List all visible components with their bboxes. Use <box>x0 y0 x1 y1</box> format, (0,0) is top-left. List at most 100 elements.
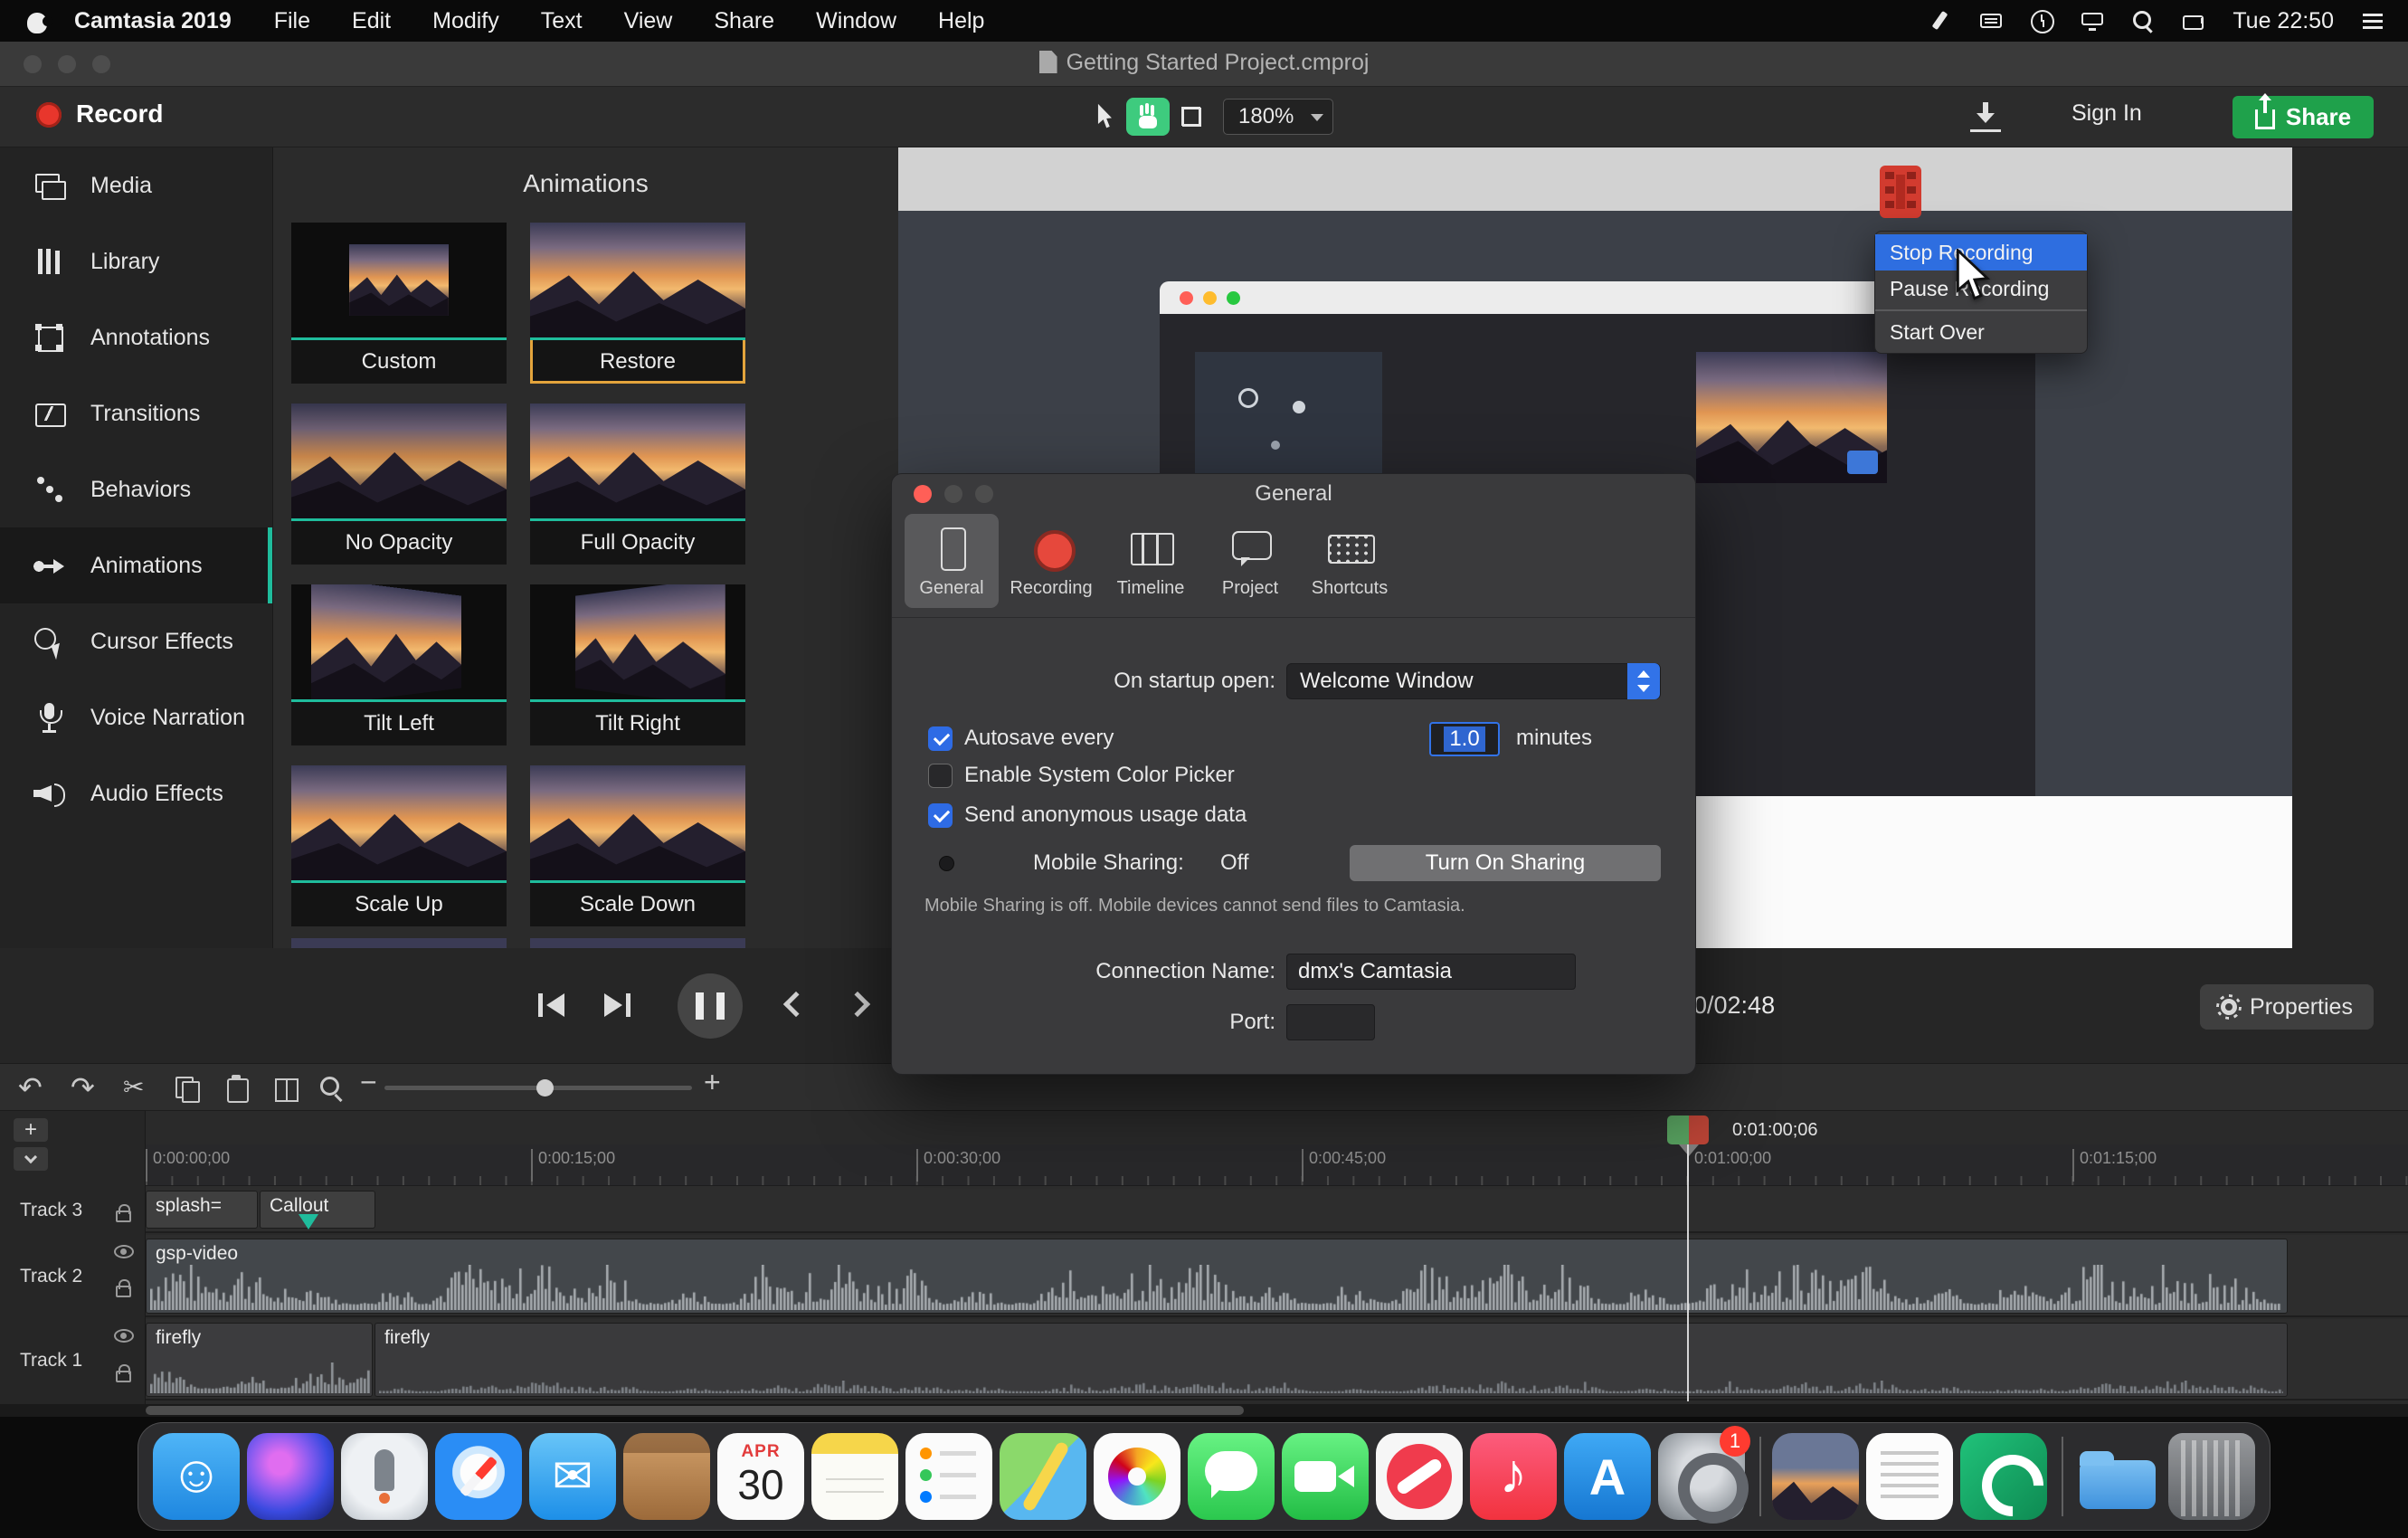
sidebar-item-transitions[interactable]: Transitions <box>0 375 272 451</box>
cut-button[interactable]: ✂ <box>123 1071 144 1104</box>
menu-clock[interactable]: Tue 22:50 <box>2233 8 2334 34</box>
dock-icon-textedit[interactable] <box>1866 1433 1953 1520</box>
sidebar-item-media[interactable]: Media <box>0 147 272 223</box>
battery-status-icon[interactable] <box>2182 9 2205 33</box>
preset-partial[interactable] <box>530 938 745 948</box>
dock-icon-mail[interactable] <box>529 1433 616 1520</box>
animation-preset-restore[interactable]: Restore <box>530 223 745 384</box>
menu-item-modify[interactable]: Modify <box>412 8 520 34</box>
dock-icon-contacts[interactable] <box>623 1433 710 1520</box>
undo-button[interactable]: ↶ <box>18 1071 43 1104</box>
preferences-tab-shortcuts[interactable]: Shortcuts <box>1303 514 1397 608</box>
animation-preset-full-opacity[interactable]: Full Opacity <box>530 403 745 565</box>
dock-icon-downloads-folder[interactable] <box>2074 1433 2161 1520</box>
menu-item-start-over[interactable]: Start Over <box>1875 314 2087 350</box>
paste-button[interactable] <box>223 1075 251 1102</box>
usage-data-checkbox[interactable] <box>928 803 953 828</box>
apple-menu-icon[interactable] <box>27 9 49 33</box>
spotlight-search-icon[interactable] <box>2131 9 2155 33</box>
animation-preset-custom[interactable]: Custom <box>291 223 507 384</box>
sidebar-item-voice-narration[interactable]: Voice Narration <box>0 679 272 755</box>
track2-lock-icon[interactable] <box>116 1286 131 1297</box>
split-button[interactable] <box>273 1075 300 1102</box>
previous-frame-button[interactable] <box>538 993 564 1017</box>
connection-name-input[interactable]: dmx's Camtasia <box>1286 954 1576 990</box>
dock-icon-notes[interactable] <box>811 1433 898 1520</box>
timeline-horizontal-scrollbar[interactable] <box>0 1404 2408 1417</box>
dock-icon-facetime[interactable] <box>1282 1433 1369 1520</box>
dock-icon-photos[interactable] <box>1094 1433 1180 1520</box>
record-button-label[interactable]: Record <box>76 100 163 128</box>
autosave-minutes-input[interactable]: 1.0 <box>1429 722 1500 756</box>
crop-tool-button[interactable] <box>1170 98 1213 136</box>
preferences-tab-recording[interactable]: Recording <box>1004 514 1098 608</box>
animation-preset-scale-down[interactable]: Scale Down <box>530 765 745 926</box>
track1-visibility-icon[interactable] <box>114 1329 134 1343</box>
clip-splash[interactable]: splash= <box>146 1191 258 1229</box>
app-menu-title[interactable]: Camtasia 2019 <box>71 8 253 34</box>
next-frame-button[interactable] <box>604 993 630 1017</box>
menu-item-help[interactable]: Help <box>917 8 1005 34</box>
jump-back-button[interactable] <box>780 995 805 1013</box>
zoom-level-select[interactable]: 180% <box>1223 99 1333 135</box>
port-input[interactable] <box>1286 1004 1375 1040</box>
record-icon[interactable] <box>36 102 62 128</box>
pan-tool-button[interactable] <box>1126 98 1170 136</box>
callout-marker[interactable] <box>299 1214 318 1229</box>
dock-icon-launchpad[interactable] <box>341 1433 428 1520</box>
redo-button[interactable]: ↷ <box>71 1071 95 1104</box>
properties-button[interactable]: Properties <box>2200 984 2374 1030</box>
timeline-zoom-slider[interactable] <box>384 1086 692 1090</box>
selection-out-handle[interactable] <box>1689 1116 1709 1144</box>
zoom-out-button[interactable]: − <box>360 1066 377 1098</box>
menu-item-edit[interactable]: Edit <box>331 8 412 34</box>
sidebar-item-animations[interactable]: Animations <box>0 527 272 603</box>
timeline-ruler[interactable]: 0:00:00;000:00:15;000:00:30;000:00:45;00… <box>0 1144 2408 1186</box>
download-button[interactable] <box>1970 101 2001 132</box>
display-status-icon[interactable] <box>2081 9 2104 33</box>
add-track-button[interactable]: + <box>14 1118 48 1142</box>
dock-icon-music[interactable] <box>1470 1433 1557 1520</box>
menu-item-window[interactable]: Window <box>795 8 917 34</box>
dock-icon-safari[interactable] <box>435 1433 522 1520</box>
collapse-tracks-button[interactable] <box>14 1147 48 1171</box>
animation-preset-scale-up[interactable]: Scale Up <box>291 765 507 926</box>
preferences-tab-project[interactable]: Project <box>1203 514 1297 608</box>
track1-lock-icon[interactable] <box>116 1371 131 1382</box>
clip-firefly-1[interactable]: firefly <box>146 1323 373 1397</box>
preset-partial[interactable] <box>291 938 507 948</box>
dock-icon-reminders[interactable] <box>905 1433 992 1520</box>
dock-icon-siri[interactable] <box>247 1433 334 1520</box>
menu-item-file[interactable]: File <box>253 8 331 34</box>
preferences-tab-general[interactable]: General <box>905 514 999 608</box>
dock-icon-app-store[interactable] <box>1564 1433 1651 1520</box>
clip-firefly-2[interactable]: firefly <box>374 1323 2288 1397</box>
pause-button[interactable] <box>678 973 743 1039</box>
zoom-slider-knob[interactable] <box>536 1079 554 1097</box>
sign-in-button[interactable]: Sign In <box>2071 100 2142 127</box>
track2-visibility-icon[interactable] <box>114 1245 134 1258</box>
track3-lock-icon[interactable] <box>116 1210 131 1222</box>
cursor-tool-button[interactable] <box>1083 98 1126 136</box>
menu-item-text[interactable]: Text <box>520 8 603 34</box>
sidebar-item-library[interactable]: Library <box>0 223 272 299</box>
dock-icon-finder[interactable] <box>153 1433 240 1520</box>
copy-button[interactable] <box>174 1075 201 1102</box>
share-button[interactable]: Share <box>2233 96 2374 138</box>
keyboard-status-icon[interactable] <box>1979 9 2003 33</box>
animation-preset-tilt-right[interactable]: Tilt Right <box>530 584 745 745</box>
menu-item-share[interactable]: Share <box>693 8 795 34</box>
sidebar-item-annotations[interactable]: Annotations <box>0 299 272 375</box>
dock-icon-system-preferences[interactable]: 1 <box>1658 1433 1745 1520</box>
clip-gsp-video[interactable]: gsp-video <box>146 1239 2288 1314</box>
preferences-tab-timeline[interactable]: Timeline <box>1104 514 1198 608</box>
dock-icon-trash[interactable] <box>2168 1433 2255 1520</box>
dock-icon-camtasia[interactable] <box>1960 1433 2047 1520</box>
dock-icon-messages[interactable] <box>1188 1433 1275 1520</box>
dock-icon-preview-window[interactable] <box>1772 1433 1859 1520</box>
dock-icon-calendar[interactable]: APR 30 <box>717 1433 804 1520</box>
turn-on-sharing-button[interactable]: Turn On Sharing <box>1350 845 1661 881</box>
recorder-filmstrip-icon[interactable] <box>1880 166 1921 218</box>
notification-center-icon[interactable] <box>2361 9 2384 33</box>
sidebar-item-cursor-effects[interactable]: Cursor Effects <box>0 603 272 679</box>
